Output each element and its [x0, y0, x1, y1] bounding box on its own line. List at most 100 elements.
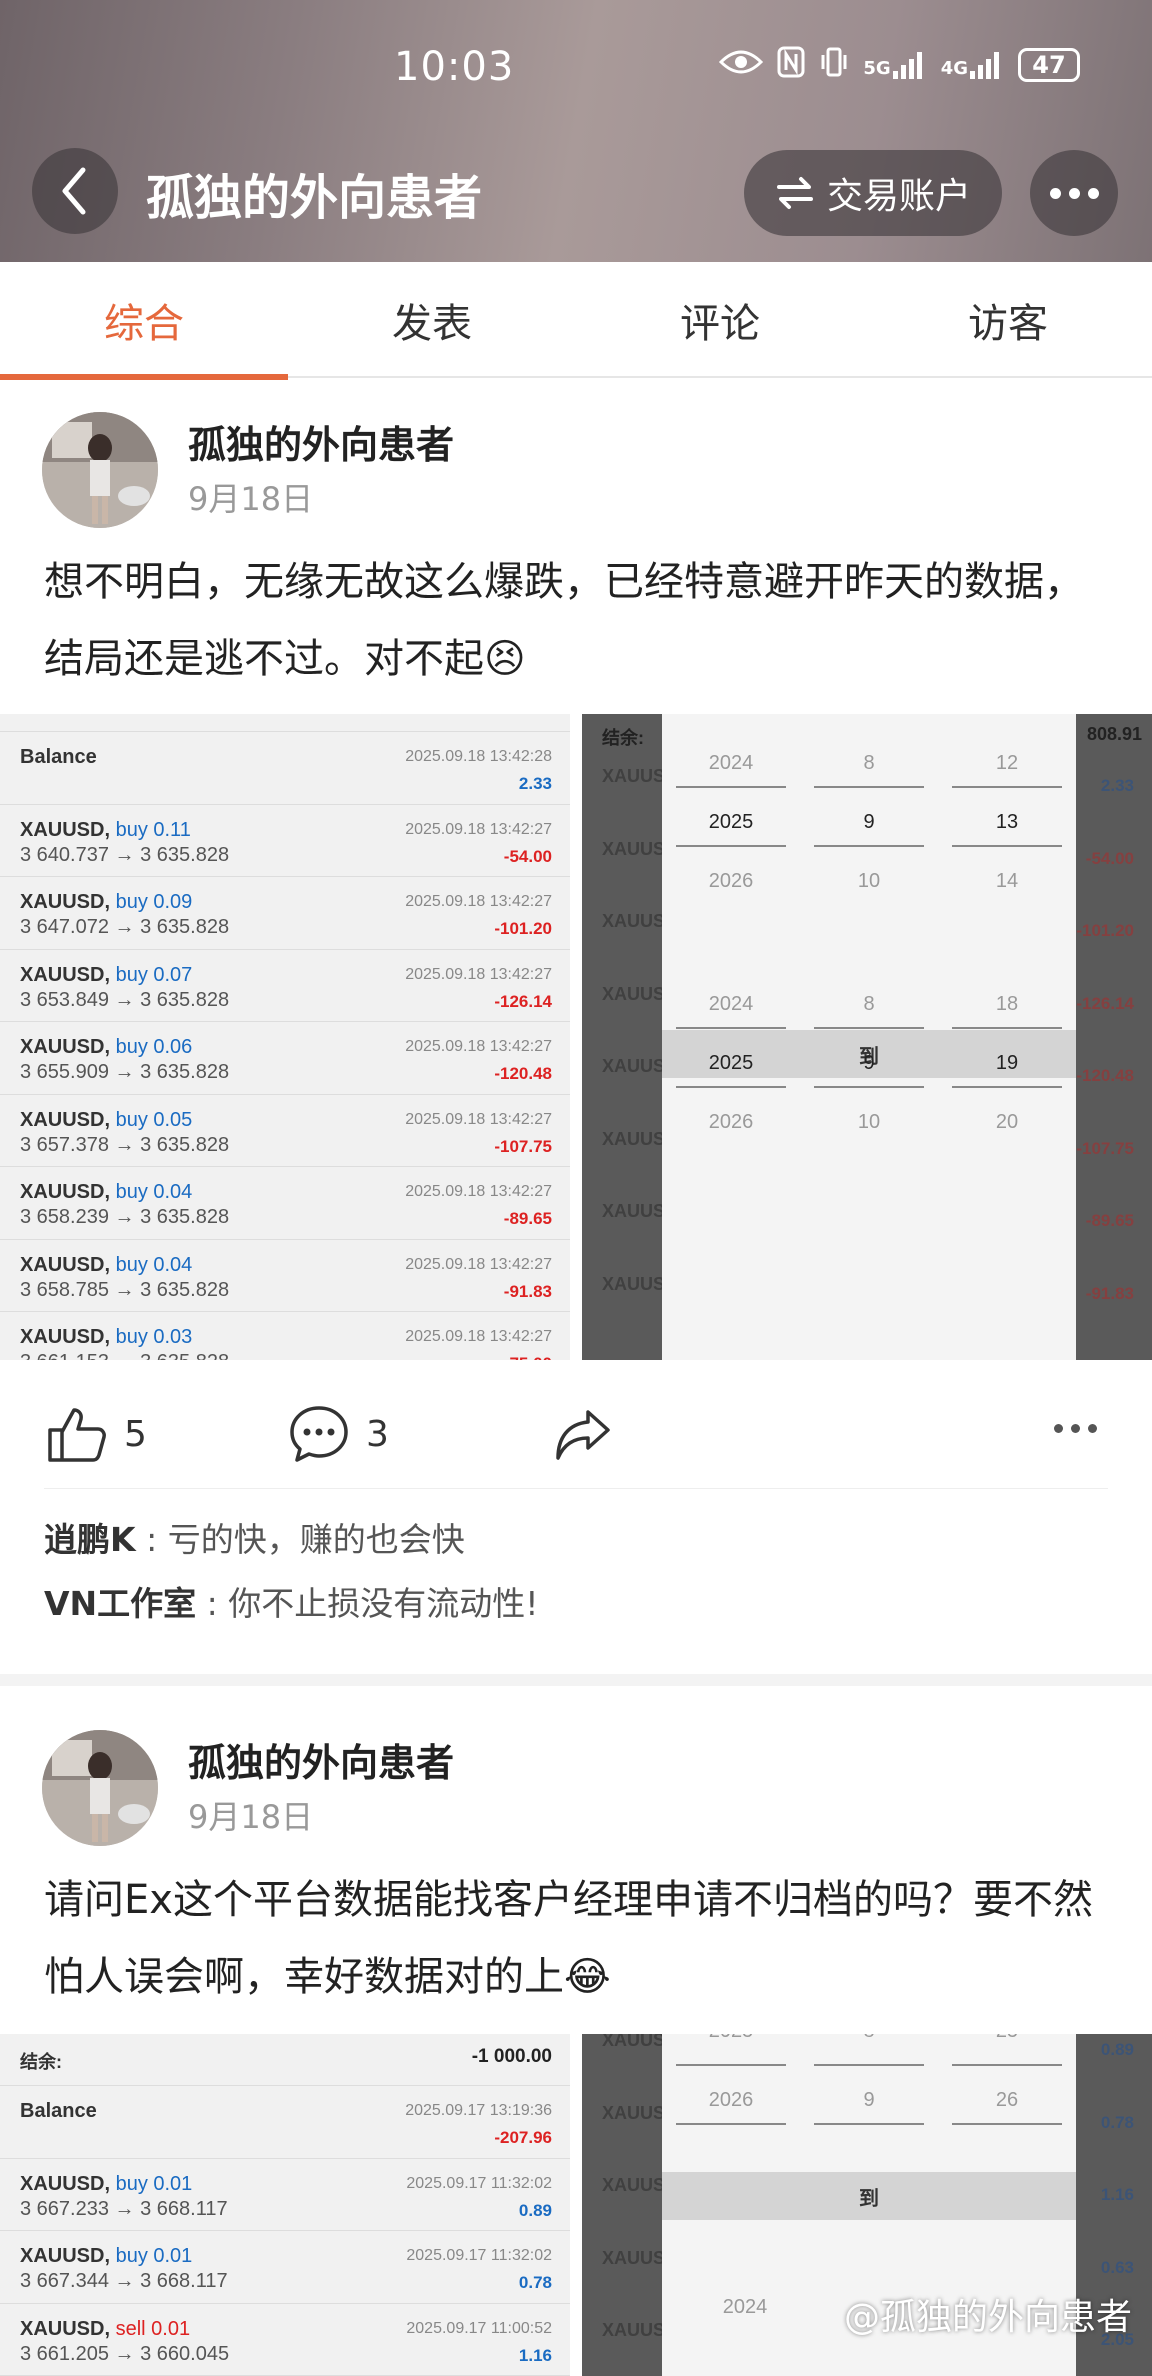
tab-visitors[interactable]: 访客: [864, 262, 1152, 378]
post-author[interactable]: 孤独的外向患者: [188, 1732, 454, 1787]
trade-prices: 3 658.239 → 3 635.828: [20, 1206, 230, 1228]
trade-date: 2025.09.18 13:42:27: [405, 893, 552, 910]
picker-day[interactable]: 12: [938, 752, 1076, 775]
symbol: Balance: [20, 2100, 97, 2122]
like-button[interactable]: 5: [46, 1404, 147, 1464]
picker-day[interactable]: 20: [938, 1111, 1076, 1134]
picker-day[interactable]: 18: [938, 993, 1076, 1016]
date-range-picker[interactable]: 到 2024 2025 2026 8 9 10 12 13 14 2024 2025 2026 8 9 10…: [662, 714, 1076, 1360]
trade-prices: 3 655.909 → 3 635.828: [20, 1061, 230, 1083]
trade-type: buy 0.01: [110, 2172, 193, 2195]
trade-prices: 3 640.737 → 3 635.828: [20, 843, 230, 866]
trade-account-button[interactable]: 交易账户: [744, 150, 1002, 236]
symbol: XAUUSD,: [20, 1181, 111, 1203]
back-button[interactable]: [32, 148, 118, 234]
comment-icon: [290, 1406, 348, 1462]
trade-date: 2025.09.18 13:42:27: [405, 1110, 552, 1128]
tab-posts[interactable]: 发表: [288, 262, 576, 378]
avatar[interactable]: [42, 1730, 158, 1846]
picker-year[interactable]: 2026: [662, 1111, 800, 1134]
balance-label: 结余:: [20, 2052, 62, 2072]
post-author[interactable]: 孤独的外向患者: [188, 414, 454, 469]
status-time: 10:03: [394, 44, 515, 90]
signal-4g-icon: 4G: [941, 51, 1004, 79]
trade-type: buy 0.11: [110, 818, 191, 841]
picker-month[interactable]: 8: [800, 993, 938, 1016]
picker-day[interactable]: 19: [938, 1052, 1076, 1075]
trade-row: XAUUSD, buy 0.03 3 661.153 → 3 635.828 202…: [0, 1312, 570, 1360]
post-text: 请问Ex这个平台数据能找客户经理申请不归档的吗？要不然怕人误会啊，幸好数据对的上…: [44, 1877, 1093, 2000]
trade-prices: 3 661.205 → 3 660.045: [20, 2342, 230, 2365]
picker-day[interactable]: 14: [938, 870, 1076, 893]
trade-row: XAUUSD, sell 0.01 3 661.205 → 3 660.045 20…: [0, 2303, 570, 2376]
comment-button[interactable]: 3: [288, 1404, 389, 1464]
picker-year[interactable]: 2024: [662, 752, 800, 775]
symbol: Balance: [20, 746, 97, 768]
trade-date: 2025.09.18 13:42:27: [405, 1255, 552, 1273]
post-images: Balance 2025.09.18 13:42:28 2.33 XAUUSD, bu…: [0, 714, 1152, 1360]
picker-year[interactable]: 2024: [662, 993, 800, 1016]
picker-year[interactable]: 2025: [662, 811, 800, 834]
symbol: XAUUSD,: [20, 963, 111, 986]
trade-row: XAUUSD, buy 0.06 3 655.909 → 3 635.828 202…: [0, 1022, 570, 1095]
trade-profit: -101.20: [494, 919, 552, 938]
comment-list: 逍鹏K : 亏的快，赚的也会快 VN工作室 : 你不止损没有流动性!: [44, 1508, 539, 1636]
trade-row: XAUUSD, buy 0.01 3 667.344 → 3 668.117 202…: [0, 2231, 570, 2304]
nfc-icon: [777, 46, 805, 84]
picker-month[interactable]: 9: [800, 2089, 938, 2112]
trade-row: Balance 2025.09.18 13:42:28 2.33: [0, 732, 570, 805]
symbol: XAUUSD,: [20, 1036, 111, 1058]
trade-profit: 0.89: [518, 2200, 552, 2220]
comment-item[interactable]: VN工作室 : 你不止损没有流动性!: [44, 1572, 539, 1636]
picker-month[interactable]: 9: [800, 811, 938, 834]
like-count: 5: [124, 1413, 147, 1455]
tab-comments[interactable]: 评论: [576, 262, 864, 378]
avatar[interactable]: [42, 412, 158, 528]
trade-row: XAUUSD, buy 0.05 3 657.378 → 3 635.828 202…: [0, 1094, 570, 1167]
share-button[interactable]: [554, 1408, 612, 1466]
picker-year[interactable]: 2026: [662, 870, 800, 893]
trade-type: buy 0.09: [110, 891, 193, 913]
picker-month[interactable]: 9: [800, 1052, 938, 1075]
symbol: XAUUSD,: [20, 2317, 111, 2340]
comment-count: 3: [366, 1413, 389, 1455]
picker-day[interactable]: 26: [938, 2089, 1076, 2112]
battery-icon: 47: [1018, 48, 1080, 82]
trade-row: XAUUSD, buy 0.04 3 658.239 → 3 635.828 202…: [0, 1167, 570, 1240]
comment-user[interactable]: 逍鹏K: [44, 1520, 136, 1559]
status-icons: 5G 4G 47: [719, 46, 1080, 84]
tab-overview[interactable]: 综合: [0, 262, 288, 380]
trade-row: XAUUSD, buy 0.07 3 653.849 → 3 635.828 202…: [0, 949, 570, 1022]
trade-profit: -89.65: [503, 1209, 552, 1228]
post-image-right[interactable]: 2.33XAUUSD-54.00XAUUSD-101.20XAUUSD-126.…: [582, 714, 1152, 1360]
more-options-button[interactable]: [1030, 150, 1118, 236]
trade-profit: -75.00: [504, 1354, 552, 1360]
picker-month[interactable]: 10: [800, 1111, 938, 1134]
symbol: XAUUSD,: [20, 2245, 111, 2267]
comment-item[interactable]: 逍鹏K : 亏的快，赚的也会快: [44, 1508, 539, 1572]
post-more-button[interactable]: [1054, 1424, 1097, 1433]
picker-year[interactable]: 2026: [662, 2089, 800, 2112]
vibrate-icon: [819, 46, 849, 84]
picker-month[interactable]: 10: [800, 870, 938, 893]
trade-profit: -54.00: [503, 846, 552, 866]
post-image-left[interactable]: Balance 2025.09.18 13:42:28 2.33 XAUUSD, bu…: [0, 714, 570, 1360]
picker-item[interactable]: 25: [938, 2034, 1076, 2043]
balance-value: 808.91: [1086, 724, 1142, 744]
post-image-left[interactable]: 结余: -1 000.00 Balance 2025.09.17 13:19:36…: [0, 2034, 570, 2376]
eye-icon: [719, 48, 764, 82]
comment-user[interactable]: VN工作室: [44, 1584, 196, 1623]
picker-month[interactable]: 8: [800, 752, 938, 775]
trade-date: 2025.09.18 13:42:27: [405, 1038, 552, 1055]
picker-day[interactable]: 13: [938, 811, 1076, 834]
picker-year[interactable]: 2025: [662, 1052, 800, 1075]
trade-type: sell 0.01: [110, 2317, 191, 2340]
trade-profit: 1.16: [518, 2345, 552, 2365]
trade-date: 2025.09.17 11:32:02: [406, 2247, 552, 2264]
page-title: 孤独的外向患者: [146, 170, 483, 226]
picker-item[interactable]: 8: [800, 2034, 938, 2043]
trade-type: buy 0.03: [110, 1326, 193, 1348]
picker-item[interactable]: 2025: [662, 2034, 800, 2043]
trade-row: Balance 2025.09.17 13:19:36 -207.96: [0, 2086, 570, 2159]
trade-type: buy 0.04: [110, 1181, 193, 1203]
